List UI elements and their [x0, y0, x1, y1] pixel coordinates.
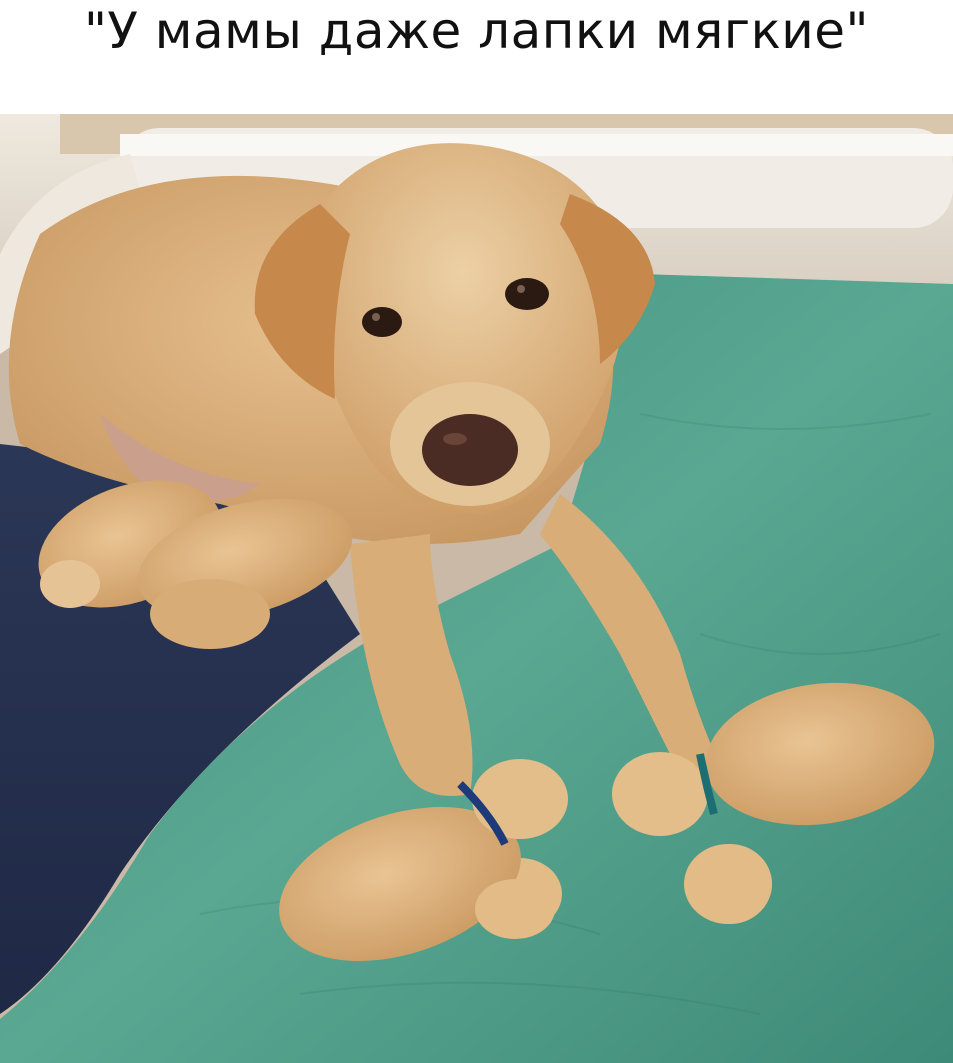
dog-nose: [422, 414, 518, 486]
meme-caption: "У мамы даже лапки мягкие": [83, 2, 870, 60]
right-eye: [505, 278, 549, 310]
dog-photo: [0, 114, 953, 1063]
left-eye: [362, 307, 402, 337]
caption-bar: "У мамы даже лапки мягкие": [0, 0, 953, 114]
